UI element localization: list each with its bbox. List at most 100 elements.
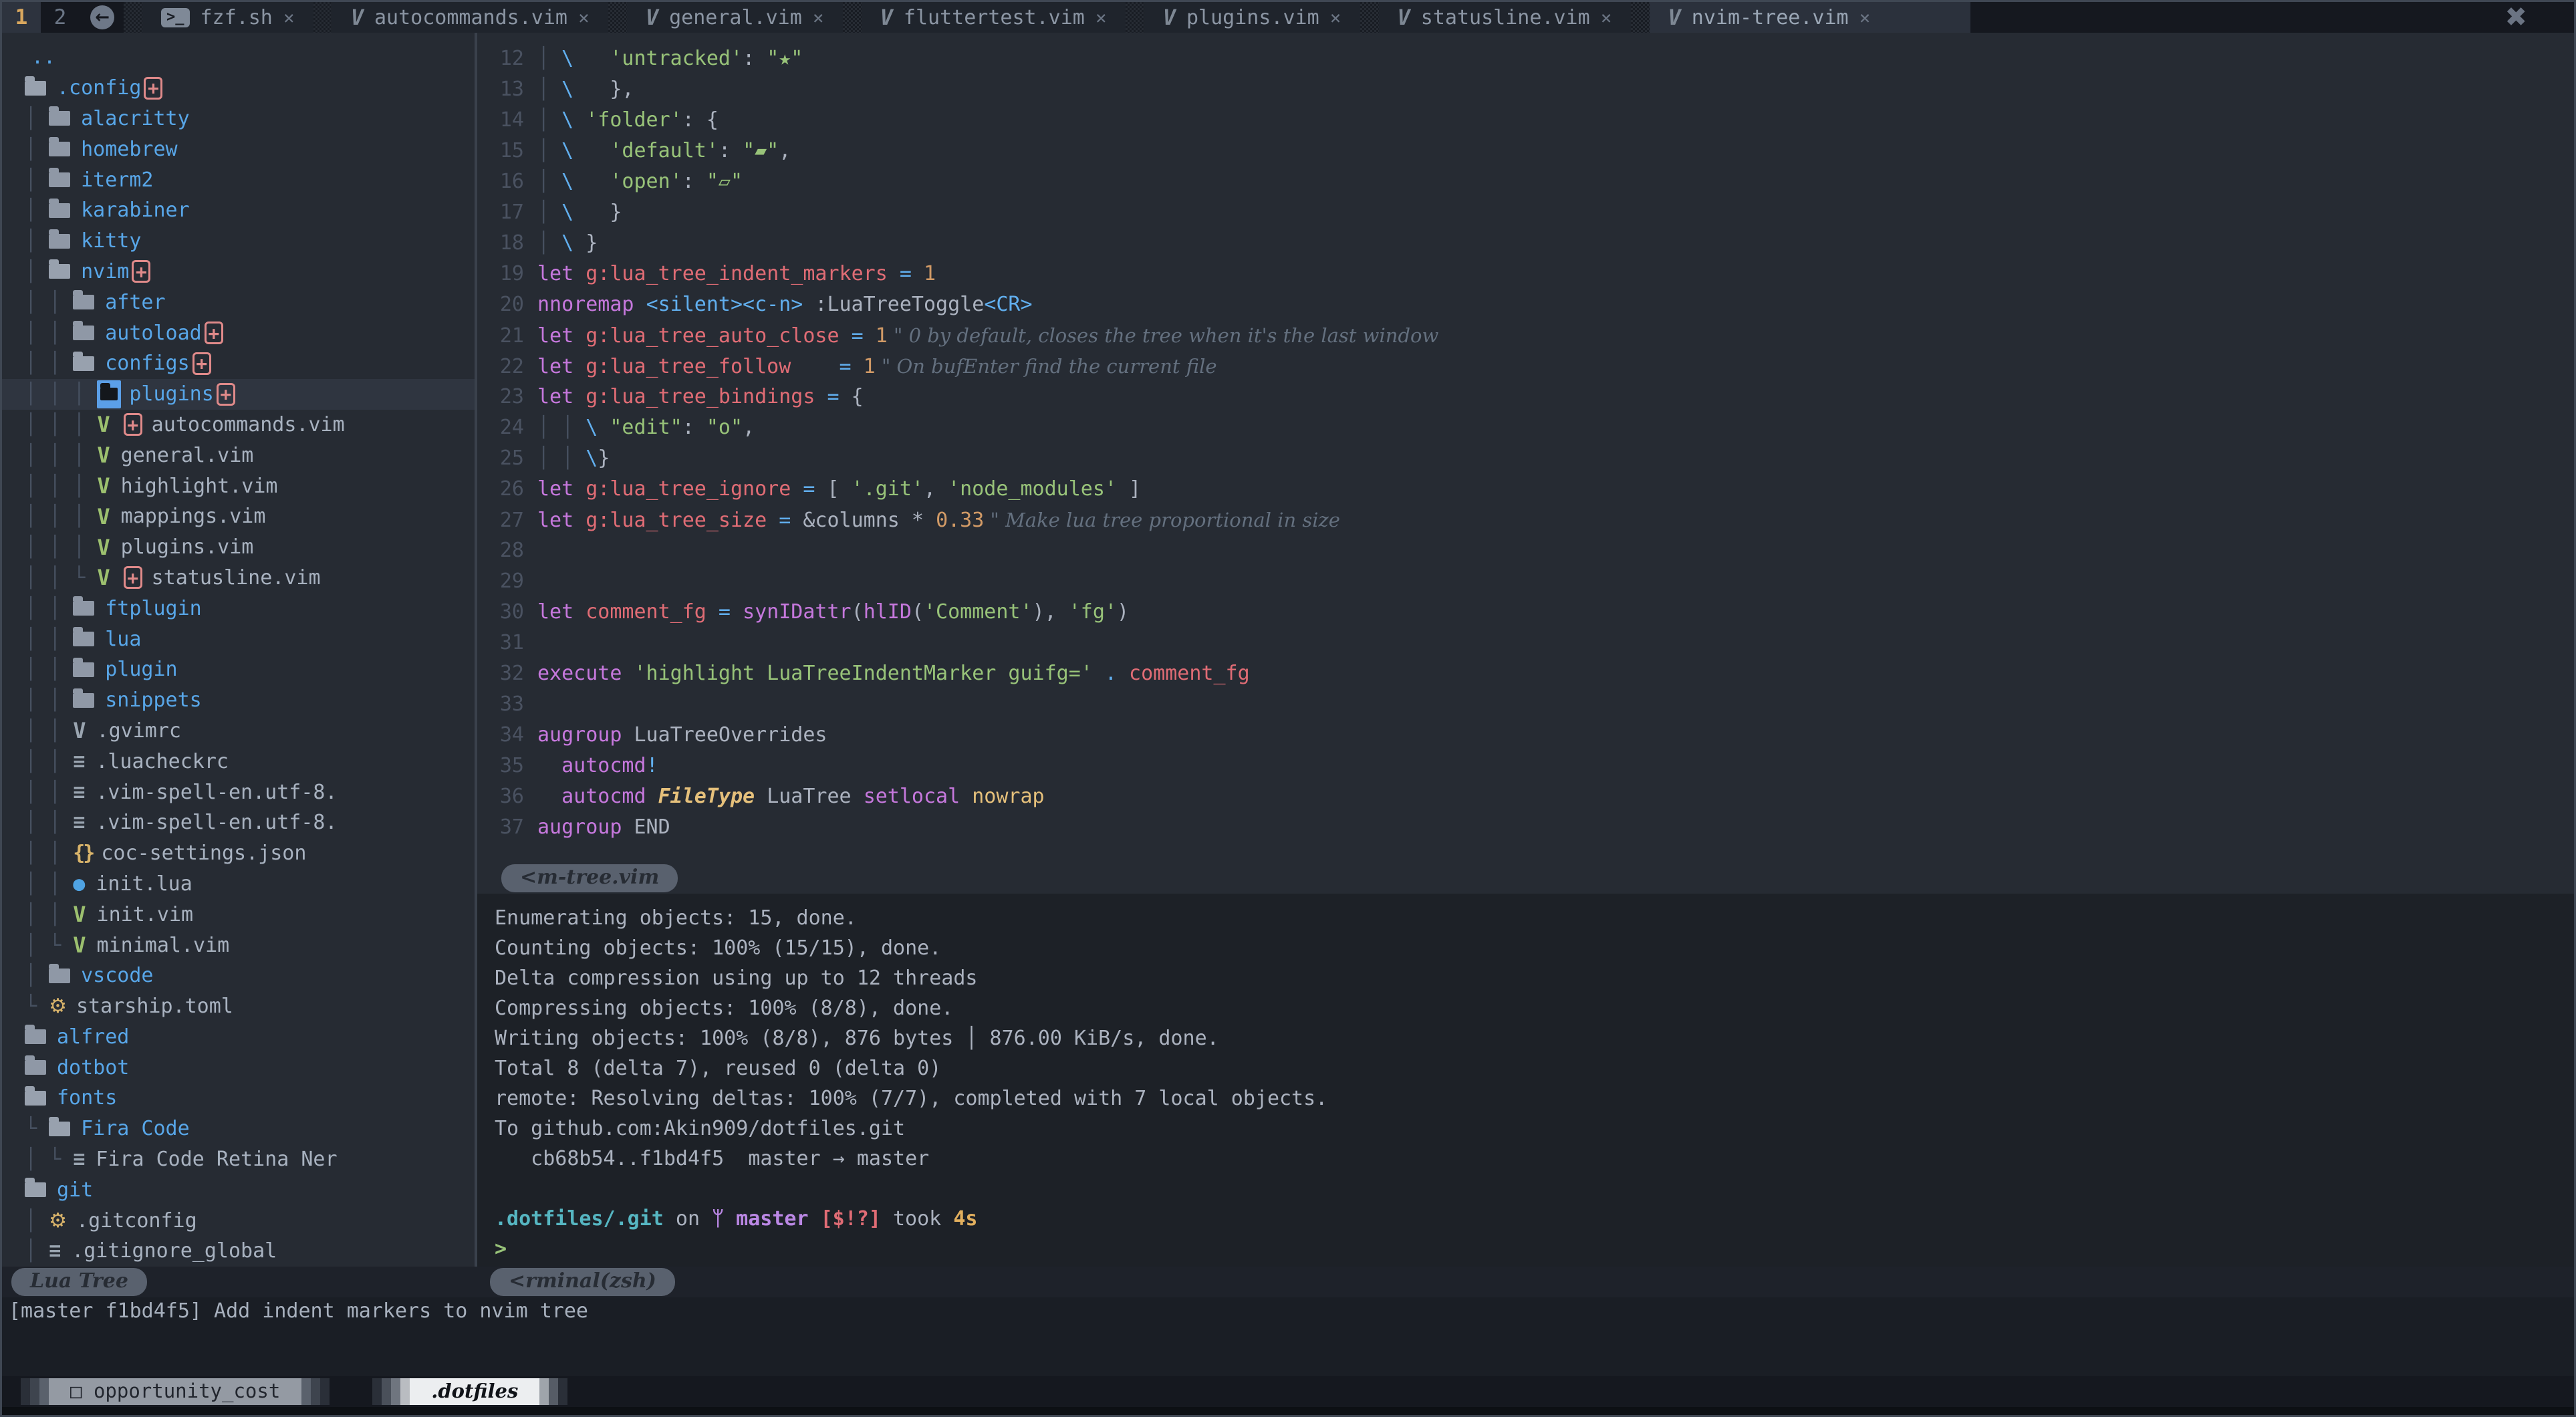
- code-line[interactable]: 19let g:lua_tree_indent_markers = 1: [477, 259, 2574, 289]
- code-line[interactable]: 20nnoremap <silent><c-n> :LuaTreeToggle<…: [477, 289, 2574, 320]
- code-line[interactable]: 36 autocmd FileType LuaTree setlocal now…: [477, 781, 2574, 812]
- code-line[interactable]: 13│ \ },: [477, 74, 2574, 105]
- tree-item-Fira Code Retina Ner[interactable]: │ └ ≡Fira Code Retina Ner: [25, 1144, 475, 1175]
- code-line[interactable]: 16│ \ 'open': "▱": [477, 166, 2574, 197]
- tab-close-icon[interactable]: ×: [1096, 7, 1107, 29]
- folder-open-icon: [25, 81, 46, 96]
- tab-fluttertest.vim[interactable]: Vfluttertest.vim×: [862, 2, 1126, 33]
- code-line[interactable]: 31: [477, 628, 2574, 658]
- tree-item-homebrew[interactable]: │ homebrew: [25, 134, 475, 164]
- tree-item-after[interactable]: │ │ after: [25, 287, 475, 317]
- code-line[interactable]: 27let g:lua_tree_size = &columns * 0.33 …: [477, 505, 2574, 535]
- tree-item-.vim-spell-en.utf-8.[interactable]: │ │ ≡.vim-spell-en.utf-8.: [25, 807, 475, 838]
- tree-item-.gitconfig[interactable]: │ ⚙.gitconfig: [25, 1205, 475, 1236]
- code-line[interactable]: 30let comment_fg = synIDattr(hlID('Comme…: [477, 597, 2574, 628]
- tab-nvim-tree.vim[interactable]: Vnvim-tree.vim×: [1650, 2, 1971, 33]
- tree-item-plugin[interactable]: │ │ plugin: [25, 654, 475, 685]
- code-editor[interactable]: 12│ \ 'untracked': "★"13│ \ },14│ \ 'fol…: [477, 33, 2574, 862]
- code-line[interactable]: 15│ \ 'default': "▰",: [477, 136, 2574, 166]
- tree-item-karabiner[interactable]: │ karabiner: [25, 195, 475, 226]
- code-line[interactable]: 34augroup LuaTreeOverrides: [477, 720, 2574, 751]
- indent-guide: │ └: [25, 1148, 73, 1171]
- tree-item-init.lua[interactable]: │ │ ●init.lua: [25, 869, 475, 900]
- tab-close-icon[interactable]: ×: [283, 7, 295, 29]
- tree-item-iterm2[interactable]: │ iterm2: [25, 164, 475, 195]
- tab-plugins.vim[interactable]: Vplugins.vim×: [1144, 2, 1360, 33]
- tab-close-icon[interactable]: ×: [1859, 7, 1871, 29]
- code-line[interactable]: 12│ \ 'untracked': "★": [477, 43, 2574, 74]
- tree-item-snippets[interactable]: │ │ snippets: [25, 685, 475, 716]
- tree-item-configs[interactable]: │ │ configs+: [25, 348, 475, 379]
- code-line[interactable]: 29: [477, 566, 2574, 597]
- code-line[interactable]: 21let g:lua_tree_auto_close = 1 " 0 by d…: [477, 320, 2574, 351]
- code-line[interactable]: 26let g:lua_tree_ignore = [ '.git', 'nod…: [477, 474, 2574, 505]
- tree-item-Fira Code[interactable]: └ Fira Code: [25, 1114, 475, 1144]
- fade-cell: [549, 1378, 558, 1405]
- tree-item-mappings.vim[interactable]: │ │ │ Vmappings.vim: [25, 501, 475, 532]
- tree-item-alacritty[interactable]: │ alacritty: [25, 104, 475, 134]
- tab-close-icon[interactable]: ×: [1601, 7, 1612, 29]
- tree-item-highlight.vim[interactable]: │ │ │ Vhighlight.vim: [25, 471, 475, 501]
- tree-item-autocommands.vim[interactable]: │ │ │ V+autocommands.vim: [25, 410, 475, 440]
- tab-general.vim[interactable]: Vgeneral.vim×: [627, 2, 843, 33]
- code-segment: [537, 754, 561, 777]
- tmux-window-opportunity-cost[interactable]: □ opportunity_cost: [21, 1378, 330, 1405]
- tab-statusline.vim[interactable]: Vstatusline.vim×: [1379, 2, 1631, 33]
- code-line[interactable]: 14│ \ 'folder': {: [477, 105, 2574, 136]
- window-number-2[interactable]: 2: [41, 2, 80, 33]
- tree-item-general.vim[interactable]: │ │ │ Vgeneral.vim: [25, 440, 475, 471]
- code-line[interactable]: 28: [477, 535, 2574, 566]
- terminal-output-line: Counting objects: 100% (15/15), done.: [495, 933, 2574, 963]
- code-line[interactable]: 22let g:lua_tree_follow = 1 " On bufEnte…: [477, 351, 2574, 382]
- code-line[interactable]: 37augroup END: [477, 812, 2574, 843]
- code-segment: 1: [864, 355, 876, 378]
- window-number-1[interactable]: 1: [2, 2, 41, 33]
- tree-item-vscode[interactable]: │ vscode: [25, 960, 475, 991]
- tree-item-..[interactable]: ..: [25, 42, 475, 73]
- tree-item-fonts[interactable]: fonts: [25, 1083, 475, 1114]
- tree-item-.luacheckrc[interactable]: │ │ ≡.luacheckrc: [25, 746, 475, 777]
- back-arrow-icon[interactable]: ←: [90, 5, 114, 29]
- tree-item-lua[interactable]: │ │ lua: [25, 624, 475, 654]
- code-line[interactable]: 18│ \ }: [477, 228, 2574, 259]
- tab-fzf.sh[interactable]: >_fzf.sh×: [142, 2, 313, 33]
- tree-item-starship.toml[interactable]: └ ⚙starship.toml: [25, 991, 475, 1022]
- close-icon[interactable]: ✖: [2504, 2, 2527, 33]
- tree-item-git[interactable]: git: [25, 1174, 475, 1205]
- tree-item-dotbot[interactable]: dotbot: [25, 1052, 475, 1083]
- tree-item-autoload[interactable]: │ │ autoload+: [25, 317, 475, 348]
- prompt-cursor[interactable]: >: [495, 1234, 2574, 1264]
- code-line[interactable]: 32execute 'highlight LuaTreeIndentMarker…: [477, 658, 2574, 689]
- tree-item-statusline.vim[interactable]: │ │ └ V+statusline.vim: [25, 563, 475, 594]
- terminal-output-line: [495, 1174, 2574, 1204]
- tree-item-minimal.vim[interactable]: │ └ Vminimal.vim: [25, 930, 475, 960]
- code-line[interactable]: 24│ │ \ "edit": "o",: [477, 412, 2574, 443]
- code-line[interactable]: 25│ │ \}: [477, 443, 2574, 474]
- indent-guide: │ │: [25, 719, 73, 743]
- code-segment: LuaTree: [767, 785, 864, 808]
- tree-item-.config[interactable]: .config+: [25, 73, 475, 104]
- tree-item-.gvimrc[interactable]: │ │ V.gvimrc: [25, 716, 475, 747]
- indent-guide: │: [25, 1209, 49, 1233]
- tab-close-icon[interactable]: ×: [1330, 7, 1341, 29]
- tree-item-kitty[interactable]: │ kitty: [25, 226, 475, 257]
- code-line[interactable]: 17│ \ }: [477, 197, 2574, 228]
- tree-item-plugins[interactable]: │ │ │ plugins+: [2, 379, 475, 410]
- tab-close-icon[interactable]: ×: [578, 7, 590, 29]
- tree-item-coc-settings.json[interactable]: │ │ {}coc-settings.json: [25, 838, 475, 869]
- code-line[interactable]: 35 autocmd!: [477, 751, 2574, 781]
- tree-item-init.vim[interactable]: │ │ Vinit.vim: [25, 899, 475, 930]
- tree-item-.vim-spell-en.utf-8.[interactable]: │ │ ≡.vim-spell-en.utf-8.: [25, 777, 475, 807]
- tree-item-ftplugin[interactable]: │ │ ftplugin: [25, 593, 475, 624]
- tree-item-nvim[interactable]: │ nvim+: [25, 257, 475, 287]
- terminal-pane[interactable]: Enumerating objects: 15, done.Counting o…: [477, 894, 2574, 1267]
- tree-item-.gitignore_global[interactable]: │ ≡.gitignore_global: [25, 1236, 475, 1267]
- code-line[interactable]: 33: [477, 689, 2574, 720]
- tmux-window-dotfiles[interactable]: .dotfiles: [372, 1378, 567, 1405]
- tree-item-plugins.vim[interactable]: │ │ │ Vplugins.vim: [25, 532, 475, 563]
- prompt-segment: took: [881, 1207, 953, 1231]
- code-line[interactable]: 23let g:lua_tree_bindings = {: [477, 382, 2574, 412]
- tree-item-alfred[interactable]: alfred: [25, 1022, 475, 1053]
- tab-close-icon[interactable]: ×: [813, 7, 824, 29]
- tab-autocommands.vim[interactable]: Vautocommands.vim×: [332, 2, 608, 33]
